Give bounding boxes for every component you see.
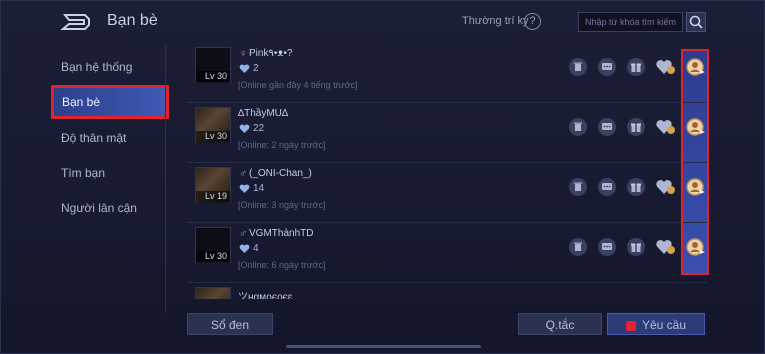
search-icon (689, 15, 703, 29)
online-status: [Online: 3 ngày trước] (238, 200, 326, 210)
send-heart-icon[interactable] (655, 117, 677, 137)
rules-button[interactable]: Q.tắc (518, 313, 602, 335)
friend-row[interactable]: Lv 30 ♂ VGMThànhTD 4 [Online: 6 ngày trư… (187, 223, 707, 283)
sidebar-divider (165, 43, 166, 313)
intimacy-count: 4 (253, 243, 259, 254)
sidebar-item-friends[interactable]: Bạn bè (51, 85, 169, 119)
intimacy-count: 2 (253, 63, 259, 74)
send-heart-icon[interactable] (655, 57, 677, 77)
friend-requests-button[interactable]: Yêu cầu (607, 313, 705, 335)
help-icon[interactable]: ? (524, 13, 541, 30)
friend-requests-label: Yêu cầu (641, 318, 687, 332)
search-button[interactable] (686, 12, 706, 32)
sidebar-item-find-friends[interactable]: Tìm bạn (53, 156, 165, 190)
notify-label: Thường trí ký (462, 15, 529, 27)
sidebar-item-nearby[interactable]: Người lân cận (53, 191, 165, 225)
chat-icon[interactable] (597, 177, 617, 197)
level-badge: Lv 30 (196, 71, 230, 83)
friends-window: Bạn bè Thường trí ký ? Bạn hệ thống Bạn … (0, 0, 765, 354)
send-heart-icon[interactable] (655, 237, 677, 257)
friend-row[interactable]: Lv 19 ♂ (_ONI-Chan_) 14 [Online: 3 ngày … (187, 163, 707, 223)
online-status: [Online: 2 ngày trước] (238, 140, 326, 150)
intimacy-count: 14 (253, 183, 265, 194)
trash-icon[interactable] (568, 177, 588, 197)
trash-icon[interactable] (568, 117, 588, 137)
gift-icon[interactable] (626, 237, 646, 257)
level-badge: Lv 30 (196, 131, 230, 143)
home-indicator (286, 345, 481, 348)
friend-row[interactable]: ツнαмρєρєɛ (187, 283, 707, 299)
friend-name: ∆ThầyMU∆ (238, 108, 289, 119)
friend-row[interactable]: Lv 30 ♀ Pink٩•ᴥ•? 2 [Online gần đây 4 ti… (187, 43, 707, 103)
send-heart-icon[interactable] (655, 177, 677, 197)
trash-icon[interactable] (568, 237, 588, 257)
level-badge: Lv 30 (196, 251, 230, 263)
gift-icon[interactable] (626, 117, 646, 137)
heart-icon (239, 184, 250, 193)
sidebar: Bạn hệ thống Bạn bè Độ thân mật Tìm bạn … (1, 43, 169, 313)
level-badge: Lv 19 (196, 191, 230, 203)
header: Bạn bè Thường trí ký ? (1, 1, 765, 43)
friend-list[interactable]: Lv 30 ♀ Pink٩•ᴥ•? 2 [Online gần đây 4 ti… (187, 43, 723, 299)
online-status: [Online gần đây 4 tiếng trước] (238, 80, 358, 90)
female-icon: ♀ (239, 48, 248, 60)
back-arrow-icon[interactable] (59, 11, 93, 33)
blacklist-button[interactable]: Sổ đen (187, 313, 273, 335)
chat-icon[interactable] (597, 237, 617, 257)
heart-icon (239, 124, 250, 133)
friend-name: Pink٩•ᴥ•? (249, 48, 293, 59)
heart-icon (239, 64, 250, 73)
chat-icon[interactable] (597, 57, 617, 77)
trash-icon[interactable] (568, 57, 588, 77)
add-friend-highlight (681, 49, 709, 275)
sidebar-item-intimacy[interactable]: Độ thân mật (53, 121, 165, 155)
intimacy-count: 22 (253, 123, 265, 134)
friend-name: (_ONI-Chan_) (249, 168, 312, 179)
male-icon: ♂ (239, 228, 248, 240)
notification-badge (625, 320, 636, 331)
male-icon: ♂ (239, 168, 248, 180)
heart-icon (239, 244, 250, 253)
gift-icon[interactable] (626, 57, 646, 77)
online-status: [Online: 6 ngày trước] (238, 260, 326, 270)
gift-icon[interactable] (626, 177, 646, 197)
friend-name: VGMThànhTD (249, 228, 314, 239)
friend-row[interactable]: Lv 30 ∆ThầyMU∆ 22 [Online: 2 ngày trước] (187, 103, 707, 163)
page-title: Bạn bè (107, 12, 158, 29)
search-input[interactable] (578, 12, 683, 32)
sidebar-item-system-friends[interactable]: Bạn hệ thống (53, 50, 165, 84)
avatar[interactable] (195, 287, 231, 299)
friend-name: ツнαмρєρєɛ (238, 292, 293, 299)
chat-icon[interactable] (597, 117, 617, 137)
